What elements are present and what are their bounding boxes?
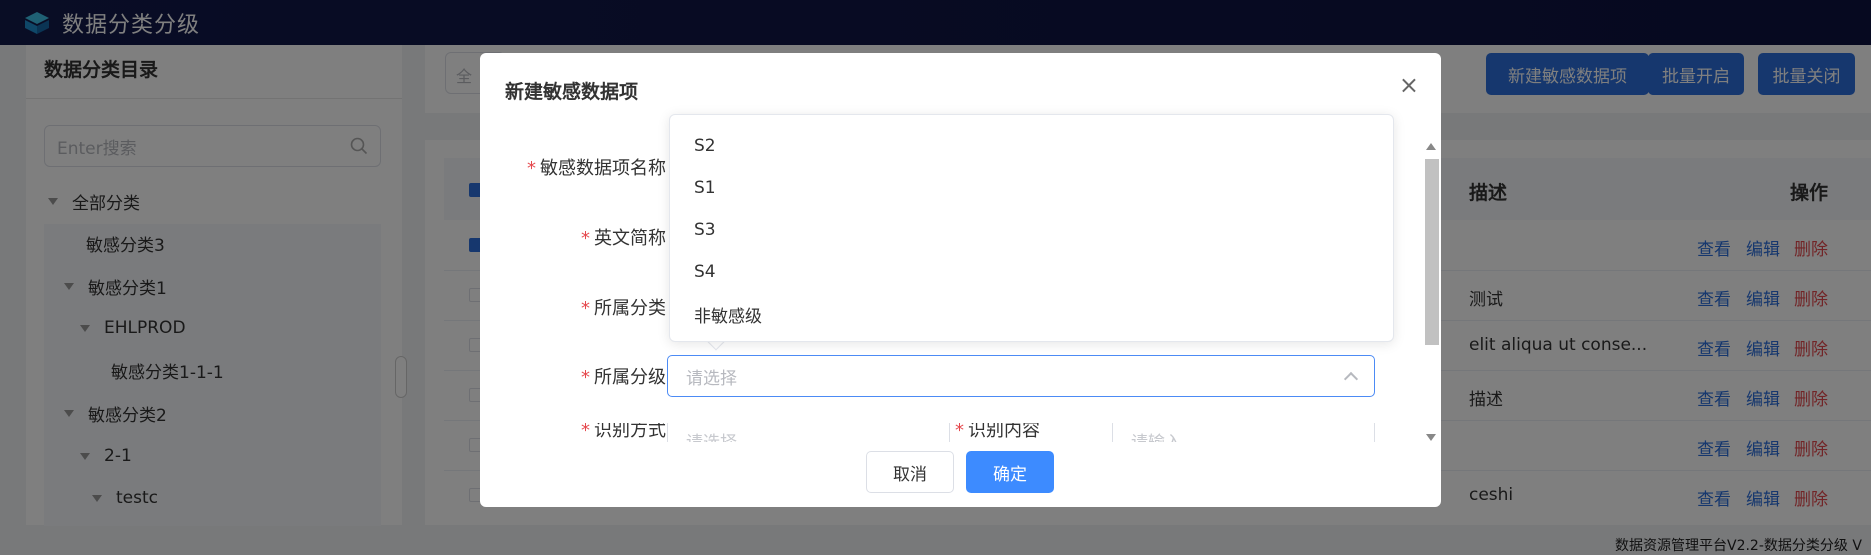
identify-content-label: * 识别内容: [955, 423, 1040, 441]
category-label: * 所属分类: [581, 298, 666, 319]
en-label: * 英文简称: [581, 228, 666, 249]
scroll-down-icon[interactable]: [1426, 434, 1436, 441]
level-select[interactable]: 请选择: [667, 355, 1375, 397]
chevron-up-icon: [1343, 371, 1359, 387]
dialog-title: 新建敏感数据项: [505, 81, 639, 103]
identify-content-input[interactable]: 请输入: [1112, 423, 1375, 442]
name-label: * 敏感数据项名称: [527, 158, 666, 179]
identify-method-label: * 识别方式: [581, 423, 666, 441]
close-icon[interactable]: ×: [1399, 71, 1419, 99]
level-option-s3[interactable]: S3: [670, 209, 1393, 251]
confirm-button[interactable]: 确定: [966, 451, 1054, 493]
scroll-up-icon[interactable]: [1426, 143, 1436, 150]
level-option-s4[interactable]: S4: [670, 251, 1393, 293]
level-label: * 所属分级: [581, 367, 666, 388]
level-option-non-sensitive[interactable]: 非敏感级: [670, 293, 1393, 335]
level-option-s2[interactable]: S2: [670, 125, 1393, 167]
dialog-scrollbar[interactable]: [1420, 141, 1441, 451]
scrollbar-thumb[interactable]: [1425, 159, 1439, 345]
level-option-s1[interactable]: S1: [670, 167, 1393, 209]
cancel-button[interactable]: 取消: [866, 451, 954, 493]
clipped-form-row: *识别方式 请选择 *识别内容 请输入: [480, 423, 1420, 442]
level-dropdown: S2 S1 S3 S4 非敏感级: [669, 114, 1394, 342]
